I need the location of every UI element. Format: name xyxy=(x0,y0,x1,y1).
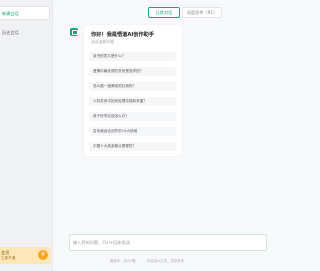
footer-filing: 备案号：京ICP备 xyxy=(110,259,136,263)
footer-disclaimer: 内容由AI生成，仅供参考 xyxy=(146,259,185,263)
coin-icon: ¥ xyxy=(38,250,48,260)
suggestion-item[interactable]: 怎么做一道美味的红烧肉？ xyxy=(89,82,176,91)
sidebar: 新建会话 历史会话 xyxy=(0,0,53,271)
suggestion-item[interactable]: 告诉我适合创作的10大领域 xyxy=(89,127,176,136)
suggestion-item[interactable]: 读书的意义是什么？ xyxy=(89,52,176,61)
welcome-subtitle: 试试这样问我 xyxy=(91,39,114,44)
footer: 备案号：京ICP备 内容由AI生成，仅供参考 xyxy=(110,258,267,264)
suggestion-item[interactable]: 孩子厌学应该怎么办？ xyxy=(89,112,176,121)
new-chat-button[interactable]: 新建会话 xyxy=(0,6,50,20)
chat-input[interactable]: 输入您的问题，Ctrl+回车发送 xyxy=(69,234,267,251)
promo-subtitle: 立即开通 xyxy=(1,256,16,260)
suggestion-item[interactable]: 爱情中最优质的关系是怎样的？ xyxy=(89,67,176,76)
sidebar-history-item[interactable]: 历史会话 xyxy=(0,28,50,38)
assistant-avatar-icon xyxy=(70,28,78,36)
suggestion-item[interactable]: 中国十大旅游景点是哪些？ xyxy=(89,142,176,151)
mode-button-daily[interactable]: 日常对话 xyxy=(148,7,180,18)
mode-button-deep-think[interactable]: 深度思考（R1） xyxy=(182,7,222,18)
promo-card[interactable]: 会员 立即开通 ¥ xyxy=(0,247,51,264)
welcome-card: 你好！我是悟道AI创作助手 试试这样问我 读书的意义是什么？ 爱情中最优质的关系… xyxy=(84,25,182,156)
welcome-title: 你好！我是悟道AI创作助手 xyxy=(91,32,155,38)
suggestion-item[interactable]: 人际关系中如何处理冲突和矛盾？ xyxy=(89,97,176,106)
mode-toggle: 日常对话 深度思考（R1） xyxy=(148,7,240,18)
